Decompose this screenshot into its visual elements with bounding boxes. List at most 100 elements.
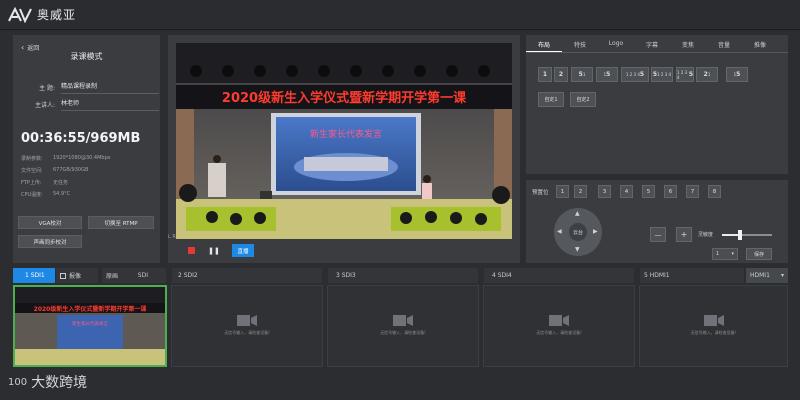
- info-row: FTP上传: 无任务: [21, 179, 156, 186]
- arrow-down-icon[interactable]: ▼: [575, 246, 580, 253]
- preset-button[interactable]: 5: [642, 185, 655, 198]
- top-bar: 奥威亚: [0, 0, 800, 30]
- layout-sub: 1 2 3 4: [657, 72, 672, 77]
- snapshot-toggle[interactable]: 报像: [56, 268, 98, 283]
- arrow-left-icon[interactable]: ◀: [557, 228, 562, 235]
- subject-row: 主 题: 精品课程录制: [21, 79, 159, 95]
- layout-number: 1: [542, 71, 548, 78]
- info-key: CPU温度:: [21, 192, 43, 198]
- speaker-input[interactable]: 林老师: [61, 97, 159, 111]
- preview-panel: 2020级新生入学仪式暨新学期开学第一课 新生家长代表发言 L R ❚❚ 直播: [168, 35, 520, 263]
- channel-tab-sdi2[interactable]: 2 SDI2: [172, 268, 322, 283]
- tab-effects[interactable]: 特技: [562, 35, 598, 52]
- switch-rtmp-button[interactable]: 切换至 RTMP: [88, 216, 154, 229]
- preset-button[interactable]: 7: [686, 185, 699, 198]
- zoom-plus-button[interactable]: +: [676, 227, 692, 242]
- record-info-panel: ‹ 返回 录课模式 主 题: 精品课程录制 主讲人: 林老师 00:36:55/…: [13, 35, 160, 263]
- preset-button[interactable]: 8: [708, 185, 721, 198]
- channel-preview-hdmi1[interactable]: 无信号输入，请检查设备!: [639, 285, 788, 367]
- arrow-right-icon[interactable]: ▶: [593, 228, 598, 235]
- channel-preview-sdi1[interactable]: 2020级新生入学仪式暨新学期开学第一课 新生家长代表发言: [13, 285, 167, 367]
- camera-icon: [549, 315, 569, 326]
- channel-tab-sdi1[interactable]: 1 SDI1: [13, 268, 55, 283]
- subject-input[interactable]: 精品课程录制: [61, 80, 159, 94]
- tab-volume[interactable]: 音量: [706, 35, 742, 52]
- layout-number: 5: [606, 71, 611, 78]
- chevron-down-icon: ▾: [731, 251, 734, 257]
- preset-button[interactable]: 6: [664, 185, 677, 198]
- layout-sub: 1 2 3 4: [625, 72, 640, 77]
- info-key: 文件空间:: [21, 168, 43, 174]
- channel-preview-sdi3[interactable]: 无信号输入，请检查设备!: [327, 285, 479, 367]
- preset-button[interactable]: 4: [620, 185, 633, 198]
- channel-tab-sdi4[interactable]: 4 SDI4: [484, 268, 634, 283]
- tab-camera[interactable]: 推像: [742, 35, 778, 52]
- preset-button[interactable]: 1: [556, 185, 569, 198]
- info-row: 录制参数: 1920*1080@30.4Mbps: [21, 155, 156, 162]
- sensitivity-label: 灵敏度: [698, 232, 714, 238]
- layout-option[interactable]: 51: [571, 67, 593, 82]
- no-signal-text: 无信号输入，请检查设备!: [380, 330, 426, 335]
- arrow-up-icon[interactable]: ▲: [575, 210, 580, 217]
- tab-logo[interactable]: Logo: [598, 35, 634, 52]
- sdi1-thumbnail: 2020级新生入学仪式暨新学期开学第一课 新生家长代表发言: [15, 287, 165, 365]
- subject-label: 主 题:: [39, 84, 55, 92]
- layout-option[interactable]: 1: [538, 67, 552, 82]
- vga-calibrate-button[interactable]: VGA校对: [18, 216, 82, 229]
- info-value: 677GB/930GB: [53, 167, 89, 173]
- info-key: FTP上传:: [21, 180, 42, 186]
- info-key: 录制参数:: [21, 156, 43, 162]
- layout-number: 2: [558, 71, 564, 78]
- speaker-label: 主讲人:: [34, 101, 55, 109]
- layout-option[interactable]: 21: [696, 67, 718, 82]
- hdmi-source-select[interactable]: HDMI1 ▾: [746, 268, 788, 283]
- record-timer: 00:36:55/969MB: [21, 131, 141, 146]
- ptz-center[interactable]: 云台: [569, 223, 587, 241]
- av-sync-button[interactable]: 声画同步校对: [18, 235, 82, 248]
- feature-tabs: 布局 特技 Logo 字幕 变焦 音量 推像: [526, 35, 788, 53]
- live-button[interactable]: 直播: [232, 244, 254, 257]
- layout-option[interactable]: 1 2 3 45: [621, 67, 649, 82]
- watermark: 100 大数跨境: [8, 372, 87, 392]
- audio-level-label: L R: [168, 234, 176, 240]
- preset-select-value: 1: [716, 251, 720, 257]
- ptz-joystick[interactable]: ▲ ▼ ◀ ▶ 云台: [554, 208, 602, 256]
- no-signal-text: 无信号输入，请检查设备!: [536, 330, 582, 335]
- layout-sub: 1: [707, 72, 711, 77]
- info-value: 54.9°C: [53, 191, 71, 197]
- mode-title: 录课模式: [70, 52, 103, 61]
- checkbox-icon[interactable]: [60, 272, 66, 279]
- channel-tab-sdi3[interactable]: 3 SDI3: [328, 268, 478, 283]
- tab-layout[interactable]: 布局: [526, 35, 562, 52]
- preset-button[interactable]: 3: [598, 185, 611, 198]
- tab-zoom[interactable]: 变焦: [670, 35, 706, 52]
- stop-button[interactable]: [183, 244, 199, 257]
- layout-option[interactable]: 15: [726, 67, 748, 82]
- channel-preview-sdi4[interactable]: 无信号输入，请检查设备!: [483, 285, 635, 367]
- layout-option[interactable]: 51 2 3 4: [651, 67, 673, 82]
- preset-button[interactable]: 2: [574, 185, 587, 198]
- tab-subtitle[interactable]: 字幕: [634, 35, 670, 52]
- zoom-minus-button[interactable]: —: [650, 227, 666, 242]
- main-video: 2020级新生入学仪式暨新学期开学第一课 新生家长代表发言: [176, 43, 512, 239]
- layout-option[interactable]: 1 2 3 45: [676, 67, 694, 82]
- slider-thumb[interactable]: [737, 230, 742, 240]
- channel-tab-hdmi1[interactable]: 5 HDMI1: [640, 268, 744, 283]
- info-row: CPU温度: 54.9°C: [21, 191, 156, 198]
- custom-layout-2[interactable]: 自定2: [570, 92, 596, 107]
- preset-select[interactable]: 1 ▾: [712, 248, 738, 260]
- source-toggle[interactable]: 原画 SDI: [102, 268, 166, 283]
- camera-icon: [393, 315, 413, 326]
- watermark-text: 大数跨境: [31, 375, 88, 391]
- layout-option[interactable]: 15: [596, 67, 618, 82]
- pause-button[interactable]: ❚❚: [206, 244, 222, 257]
- camera-icon: [237, 315, 257, 326]
- channel-preview-sdi2[interactable]: 无信号输入，请检查设备!: [171, 285, 323, 367]
- sensitivity-slider[interactable]: [722, 230, 772, 240]
- save-button[interactable]: 保存: [746, 248, 772, 260]
- custom-layout-1[interactable]: 自定1: [538, 92, 564, 107]
- layout-number: 5: [688, 71, 693, 78]
- no-signal-text: 无信号输入，请检查设备!: [690, 330, 737, 335]
- layout-option[interactable]: 2: [554, 67, 568, 82]
- stop-icon: [187, 247, 195, 254]
